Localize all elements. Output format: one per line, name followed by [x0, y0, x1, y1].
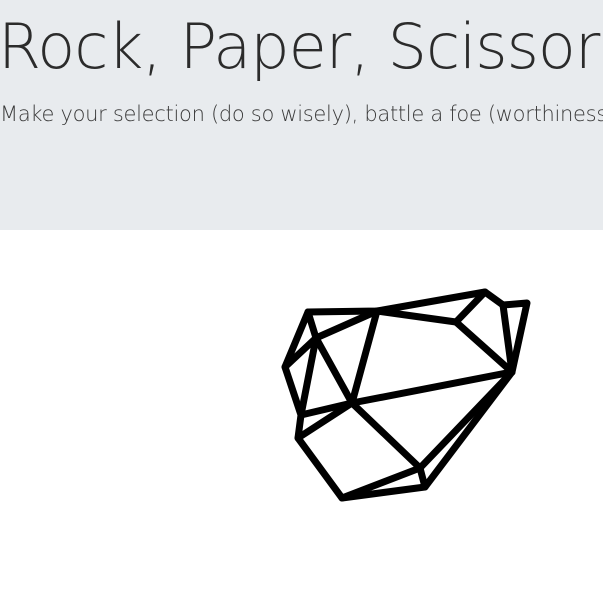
rock-choice-button[interactable] [275, 280, 540, 510]
rock-icon [281, 288, 531, 502]
choice-area [0, 230, 603, 603]
page-title: Rock, Paper, Scissors! [0, 10, 603, 83]
page-subtitle: Make your selection (do so wisely), batt… [0, 102, 603, 126]
hero-banner: Rock, Paper, Scissors! Make your selecti… [0, 0, 603, 230]
